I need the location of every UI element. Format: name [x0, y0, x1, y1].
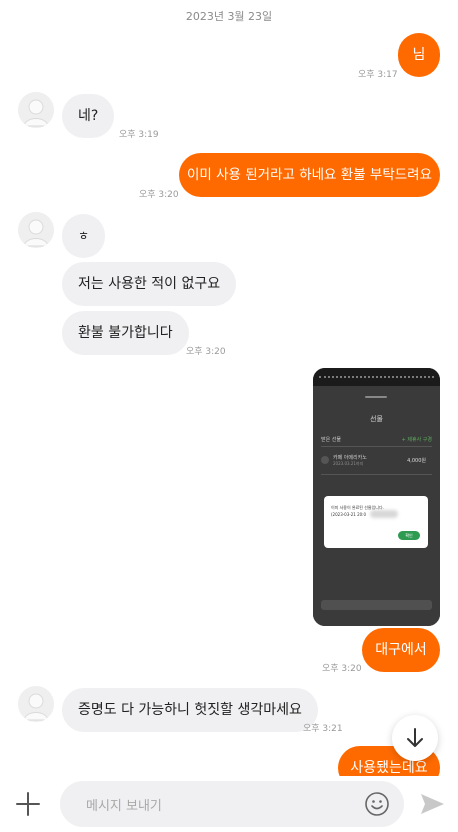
default-profile-icon [18, 212, 54, 248]
screenshot-item-name: 카페 아메리카노 [333, 455, 367, 461]
message-input[interactable]: 메시지 보내기 [60, 781, 404, 827]
message-bubble-incoming[interactable]: 증명도 다 가능하니 헛짓할 생각마세요 [62, 688, 318, 732]
smiley-icon[interactable] [364, 791, 390, 817]
message-bubble-incoming[interactable]: 네? [62, 94, 115, 138]
arrow-down-icon [407, 728, 423, 747]
screenshot-item-price: 4,000원 [407, 458, 426, 464]
default-profile-icon [18, 686, 54, 722]
message-time: 오후 3:19 [119, 130, 159, 140]
message-time: 오후 3:20 [186, 347, 226, 357]
blurred-region [370, 510, 398, 518]
screenshot-dialog-ok: 확인 [398, 531, 420, 540]
message-time: 오후 3:20 [139, 190, 179, 200]
message-bubble-incoming[interactable]: ㅎ [62, 214, 106, 258]
avatar[interactable] [18, 92, 54, 128]
scroll-to-bottom-button[interactable] [392, 715, 438, 761]
screenshot-title: 선물 [370, 415, 383, 423]
message-input-bar: 메시지 보내기 [0, 776, 458, 832]
message-time: 오후 3:17 [358, 70, 398, 80]
date-divider: 2023년 3월 23일 [185, 10, 273, 23]
message-bubble-outgoing[interactable]: 이미 사용 된거라고 하네요 환불 부탁드려요 [179, 153, 440, 197]
message-time: 오후 3:20 [322, 664, 362, 674]
message-input-placeholder: 메시지 보내기 [86, 799, 162, 814]
status-bar [313, 368, 440, 386]
screenshot-dialog-date: (2023-03-21 20:0 [331, 512, 367, 517]
screenshot-gift-item: 카페 아메리카노 2023.03.21까지 4,000원 [321, 454, 432, 468]
message-bubble-incoming[interactable]: 환불 불가합니다 [62, 311, 189, 355]
screenshot-bottom-button [321, 600, 432, 610]
send-icon[interactable] [418, 791, 446, 817]
screenshot-item-sub: 2023.03.21까지 [333, 461, 364, 466]
image-message[interactable]: 선물 받은 선물 + 제휴사 구경 카페 아메리카노 2023.03.21까지 … [313, 368, 440, 626]
screenshot-screen: 선물 받은 선물 + 제휴사 구경 카페 아메리카노 2023.03.21까지 … [313, 386, 440, 626]
gift-icon [321, 456, 329, 464]
message-bubble-incoming[interactable]: 저는 사용한 적이 없구요 [62, 262, 237, 306]
screenshot-section-action: + 제휴사 구경 [401, 437, 432, 443]
screenshot-dialog: 이미 사용이 완료된 선물입니다. (2023-03-21 20:0 확인 [324, 496, 428, 548]
default-profile-icon [18, 92, 54, 128]
message-bubble-outgoing[interactable]: 님 [398, 33, 440, 77]
screenshot-section-label: 받은 선물 [321, 437, 341, 443]
message-time: 오후 3:21 [303, 724, 343, 734]
message-bubble-outgoing[interactable]: 대구에서 [362, 628, 440, 672]
avatar[interactable] [18, 212, 54, 248]
plus-icon[interactable] [14, 790, 42, 818]
avatar[interactable] [18, 686, 54, 722]
